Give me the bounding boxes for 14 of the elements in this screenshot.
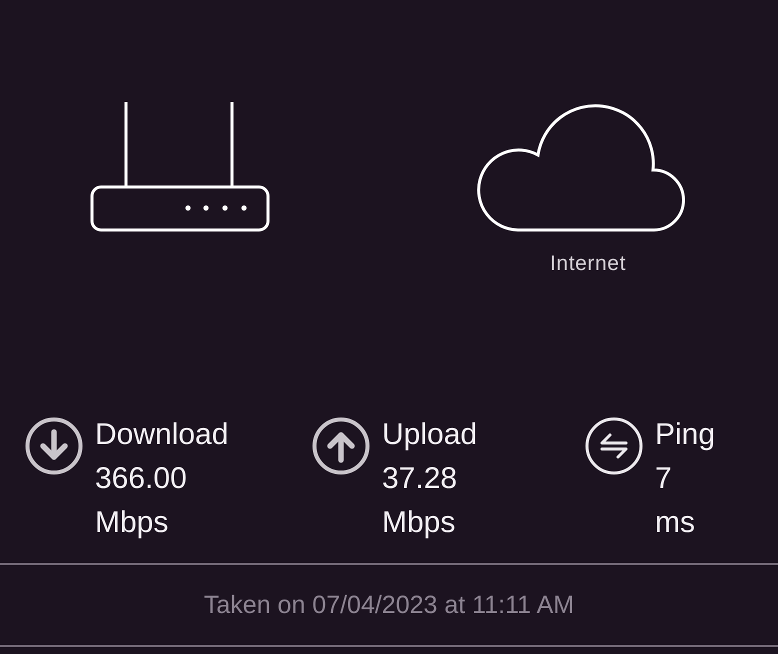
metric-label: Upload — [382, 417, 478, 453]
swap-arrows-icon — [585, 417, 643, 475]
cloud-icon — [476, 104, 686, 233]
metric-unit: Mbps — [382, 505, 456, 541]
metric-unit: Mbps — [95, 505, 170, 541]
timestamp-text: Taken on 07/04/2023 at 11:11 AM — [204, 590, 574, 620]
metric-label: Download — [95, 417, 228, 453]
metric-unit: ms — [655, 505, 696, 541]
metric-value: 7 — [655, 461, 673, 497]
metric-label: Ping — [655, 417, 716, 453]
metric-value: 37.28 — [382, 461, 458, 497]
cloud-label: Internet — [550, 251, 626, 277]
router-icon — [90, 100, 270, 232]
metric-value: 366.00 — [95, 461, 188, 497]
